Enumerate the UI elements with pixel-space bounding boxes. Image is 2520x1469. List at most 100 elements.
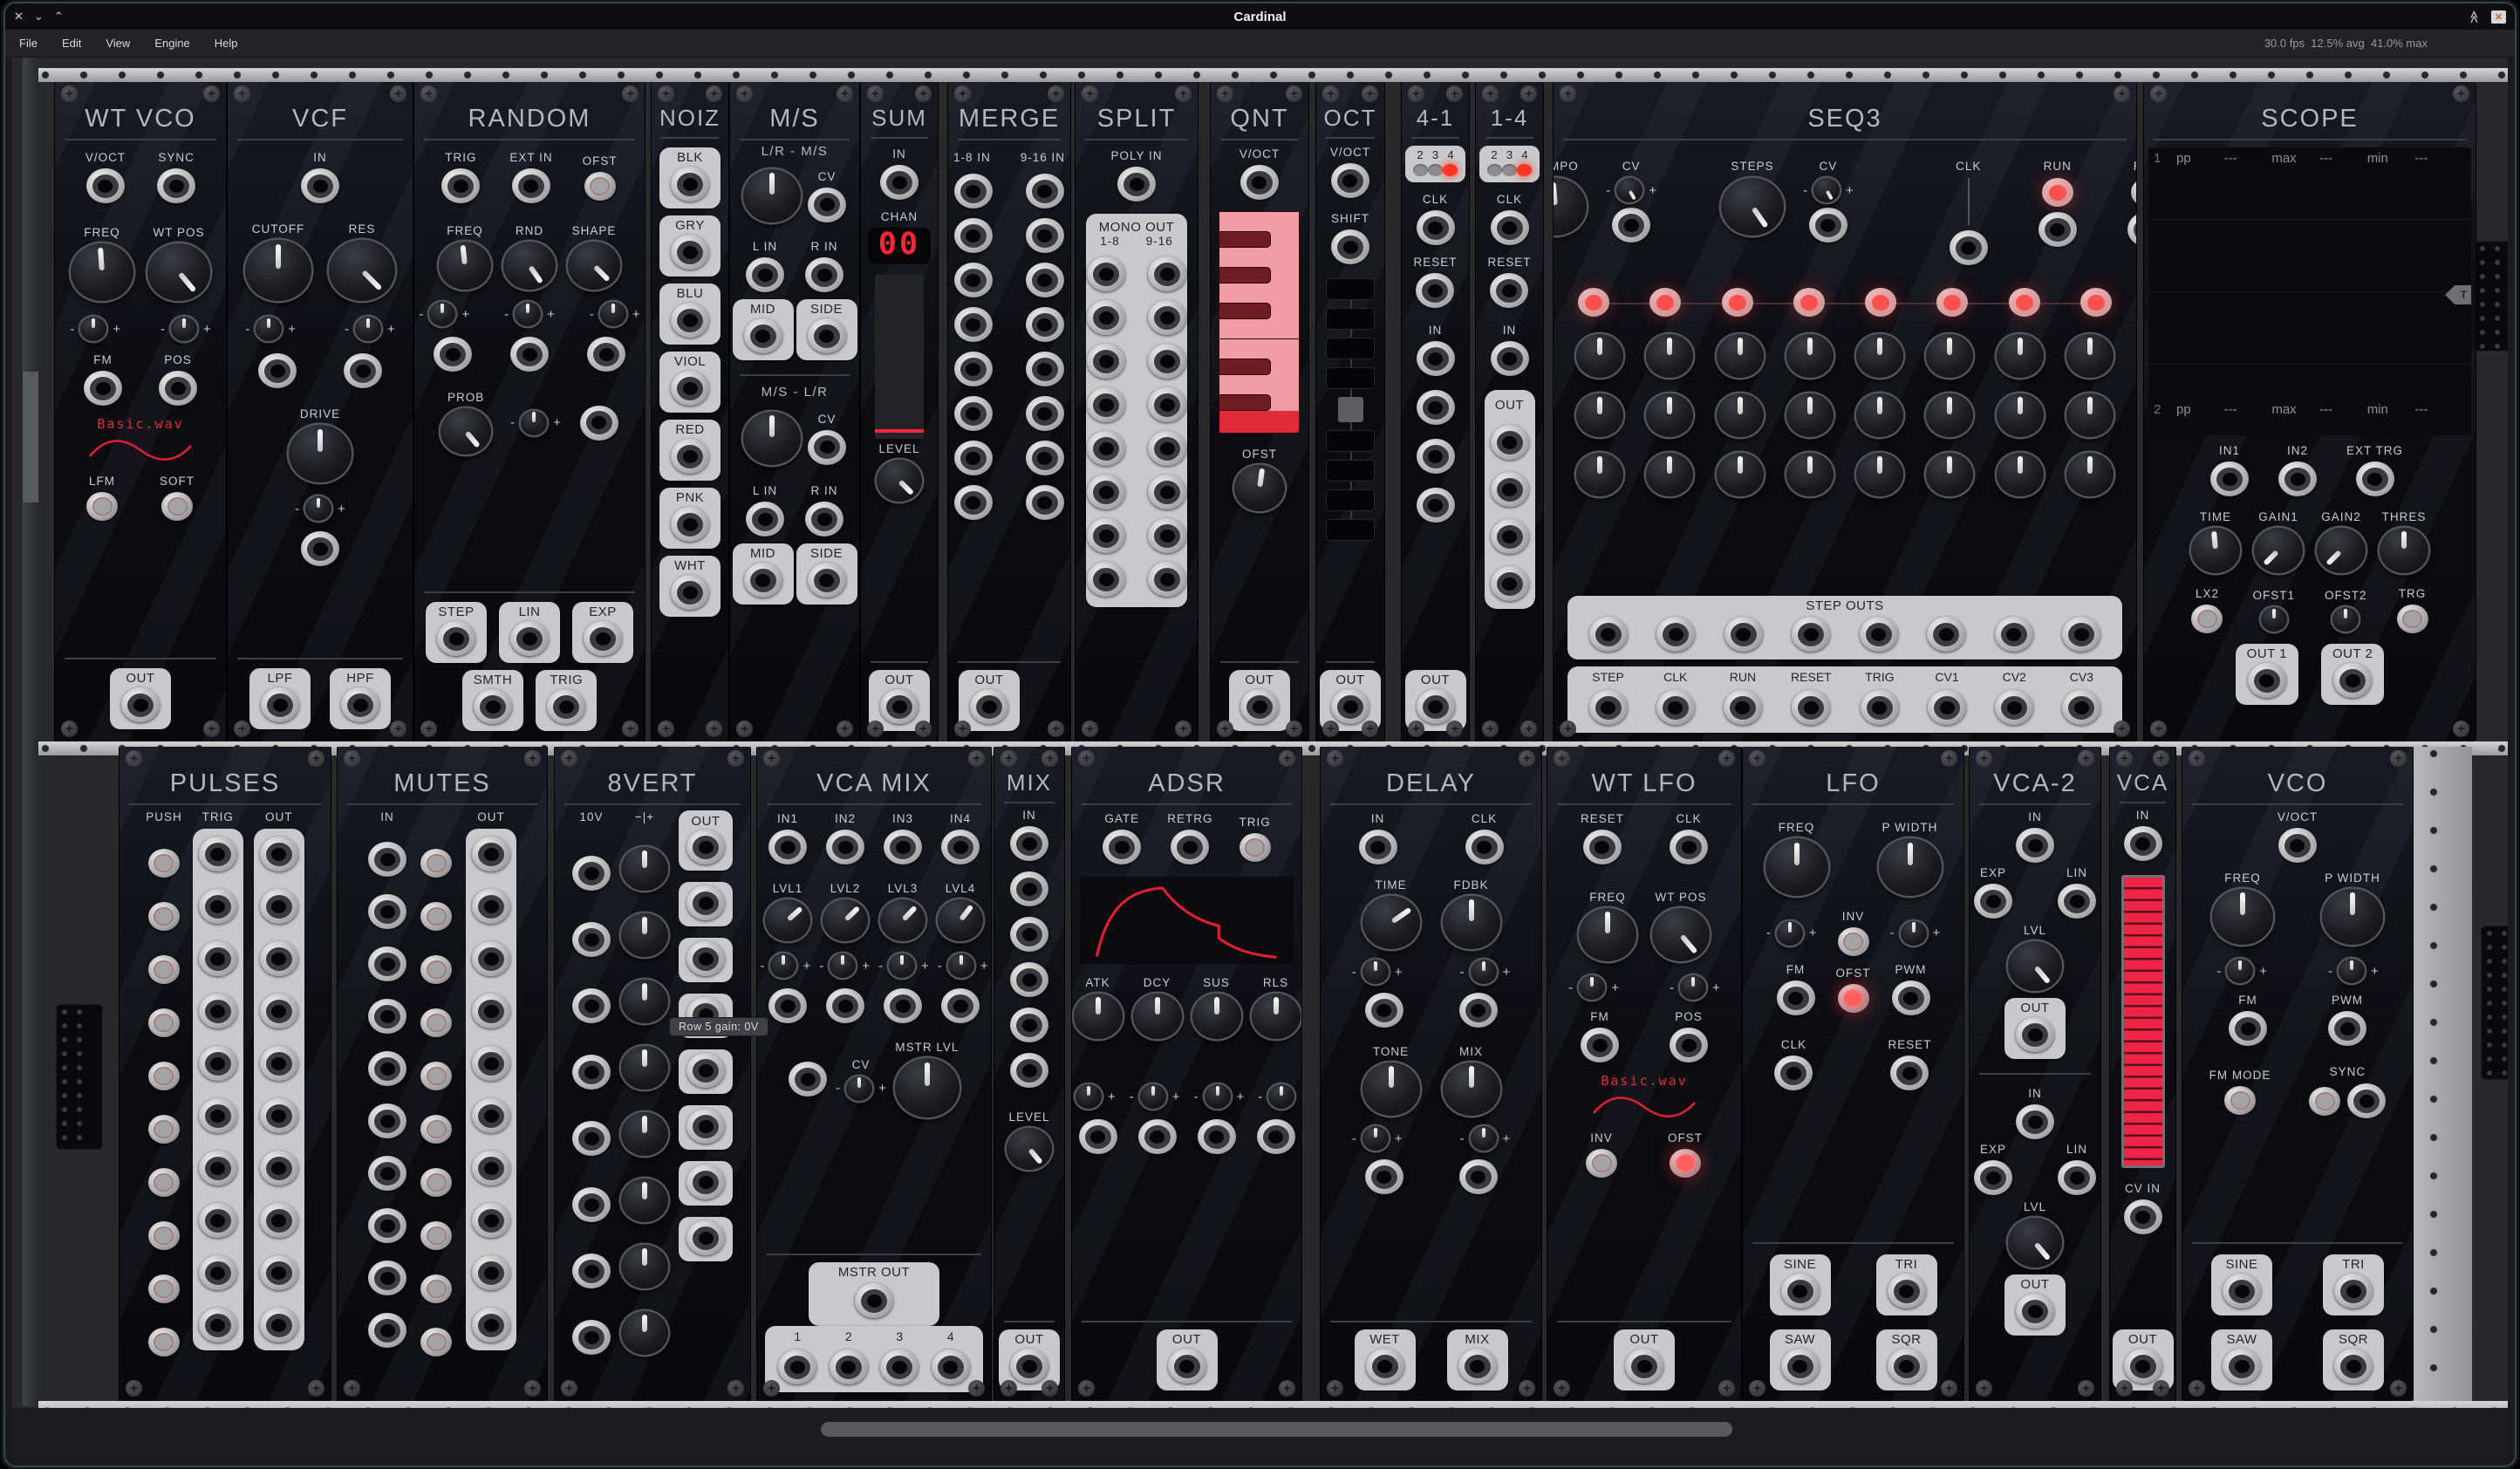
merge-port-jack[interactable] xyxy=(954,352,993,386)
mutes-port-jack[interactable] xyxy=(472,1255,510,1290)
wt-lfo-button-ofst[interactable] xyxy=(1670,1149,1701,1178)
seq3-knob-knob[interactable] xyxy=(1786,393,1834,437)
8vert-knob-knob[interactable] xyxy=(621,847,668,891)
seq3-knob-knob[interactable] xyxy=(1926,334,1973,378)
wt-lfo-port-reset[interactable] xyxy=(1583,830,1622,864)
pulses-button-btn[interactable] xyxy=(148,902,180,931)
lfo-port-sine[interactable] xyxy=(1781,1274,1820,1308)
pulses-port-jack[interactable] xyxy=(199,1151,237,1185)
selector-led-4[interactable] xyxy=(1443,164,1458,176)
adsr-trim-knob[interactable] xyxy=(1140,1084,1166,1109)
8vert-port-out-5[interactable] xyxy=(686,1053,725,1088)
seq3-knob-knob[interactable] xyxy=(2066,334,2114,378)
seq3-knob-knob[interactable] xyxy=(1717,453,1764,496)
vca-2-port-in[interactable] xyxy=(2016,1104,2054,1139)
mix-knob-level[interactable] xyxy=(1007,1128,1052,1170)
vcf-port-jack[interactable] xyxy=(258,353,297,388)
black-key[interactable] xyxy=(1219,267,1271,284)
vca-mix-port-jack[interactable] xyxy=(830,1349,868,1384)
ms-port-cv[interactable] xyxy=(808,188,846,222)
white-key[interactable] xyxy=(1219,211,1300,232)
oct-port-v-oct[interactable] xyxy=(1331,163,1369,198)
seq3-knob-knob[interactable] xyxy=(1576,453,1623,496)
merge-port-jack[interactable] xyxy=(1026,174,1064,208)
octave-slot[interactable] xyxy=(1326,430,1375,452)
scope-button-trg[interactable] xyxy=(2397,605,2428,633)
random-port-jack[interactable] xyxy=(510,337,549,372)
mutes-port-jack[interactable] xyxy=(368,946,406,981)
random-trim-knob[interactable] xyxy=(429,302,455,326)
seq3-port-jack[interactable] xyxy=(1656,617,1695,652)
pulses-port-jack[interactable] xyxy=(199,1098,237,1133)
mutes-port-jack[interactable] xyxy=(368,1313,406,1348)
wt-lfo-button-inv[interactable] xyxy=(1586,1149,1617,1178)
wt-vco-trim-knob[interactable] xyxy=(171,317,197,341)
lfo-trim-knob[interactable] xyxy=(1901,921,1927,946)
split-port-jack[interactable] xyxy=(1148,518,1186,553)
m1-4-port-in[interactable] xyxy=(1491,341,1529,376)
ms-port-side[interactable] xyxy=(808,563,846,598)
split-port-jack[interactable] xyxy=(1087,344,1125,379)
vca-mix-port-jack[interactable] xyxy=(941,988,980,1023)
seq3-port-jack[interactable] xyxy=(1861,690,1899,725)
selector-led-2[interactable] xyxy=(1487,164,1502,176)
vcf-port-hpf[interactable] xyxy=(341,687,379,722)
wt-vco-port-v-oct[interactable] xyxy=(86,168,125,203)
mutes-port-jack[interactable] xyxy=(472,1151,510,1185)
adsr-port-jack[interactable] xyxy=(1079,1119,1117,1154)
pulses-button-btn[interactable] xyxy=(148,1168,180,1197)
vcf-trim-knob[interactable] xyxy=(256,317,282,341)
seq3-port-jack[interactable] xyxy=(1950,230,1988,265)
vco-port-pwm[interactable] xyxy=(2328,1011,2366,1046)
delay-port-in[interactable] xyxy=(1359,830,1397,864)
m4-1-port-jack[interactable] xyxy=(1417,390,1455,425)
lfo-button-inv[interactable] xyxy=(1838,927,1869,956)
seq3-led-button-lit[interactable] xyxy=(2042,178,2073,207)
delay-trim-knob[interactable] xyxy=(1362,960,1389,984)
m4-1-port-jack[interactable] xyxy=(1417,439,1455,474)
vca-2-port-exp[interactable] xyxy=(1974,1160,2012,1195)
ms-port-r-in[interactable] xyxy=(805,257,843,292)
seq3-knob-knob[interactable] xyxy=(1786,453,1834,496)
random-port-smth[interactable] xyxy=(474,689,512,724)
seq3-port-jack[interactable] xyxy=(1860,617,1898,652)
8vert-port-out-7[interactable] xyxy=(686,1165,725,1199)
vco-knob-p-width[interactable] xyxy=(2322,889,2383,945)
random-port-step[interactable] xyxy=(437,621,475,656)
wt-vco-port-pos[interactable] xyxy=(159,371,197,406)
vca-mix-port-jack[interactable] xyxy=(932,1349,970,1384)
seq3-knob-knob[interactable] xyxy=(1553,178,1587,236)
vcf-port-lpf[interactable] xyxy=(261,687,299,722)
vco-port-saw[interactable] xyxy=(2223,1349,2261,1384)
lfo-port-reset[interactable] xyxy=(1890,1056,1929,1090)
8vert-port-jack[interactable] xyxy=(572,1254,611,1288)
scope-port-out-1[interactable] xyxy=(2248,663,2286,698)
rack-view[interactable]: WT VCOV/OCTSYNCFREQWT POS-+-+FMPOSBasic.… xyxy=(12,58,2508,1459)
noiz-port-viol[interactable] xyxy=(671,371,709,406)
octave-slot[interactable] xyxy=(1326,519,1375,541)
split-port-jack[interactable] xyxy=(1087,256,1125,291)
octave-slot[interactable] xyxy=(1326,338,1375,359)
pulses-port-jack[interactable] xyxy=(260,1046,298,1081)
mix-port-jack[interactable] xyxy=(1010,1053,1048,1088)
menu-item-edit[interactable]: Edit xyxy=(62,37,81,50)
sum-port-out[interactable] xyxy=(880,689,919,724)
adsr-knob-rls[interactable] xyxy=(1252,994,1301,1039)
seq3-knob-knob[interactable] xyxy=(1856,334,1903,378)
wt-lfo-port-clk[interactable] xyxy=(1670,830,1708,864)
black-key[interactable] xyxy=(1219,303,1271,319)
vertical-scrollbar-thumb[interactable] xyxy=(23,372,38,502)
vcf-port-in[interactable] xyxy=(301,168,339,203)
pulses-port-jack[interactable] xyxy=(260,1098,298,1133)
merge-port-out[interactable] xyxy=(970,689,1008,724)
vca-2-port-out[interactable] xyxy=(2016,1017,2054,1052)
adsr-trim-knob[interactable] xyxy=(1268,1084,1294,1109)
split-port-jack[interactable] xyxy=(1148,300,1186,335)
random-port-jack[interactable] xyxy=(434,337,472,372)
scope-port-ext-trg[interactable] xyxy=(2356,461,2394,496)
vca-mix-knob-lvl3[interactable] xyxy=(880,899,925,941)
random-port-trig[interactable] xyxy=(547,689,585,724)
vca-mix-port-in1[interactable] xyxy=(768,830,807,864)
vca-mix-knob-lvl4[interactable] xyxy=(938,899,983,941)
8vert-port-out-2[interactable] xyxy=(686,885,725,920)
